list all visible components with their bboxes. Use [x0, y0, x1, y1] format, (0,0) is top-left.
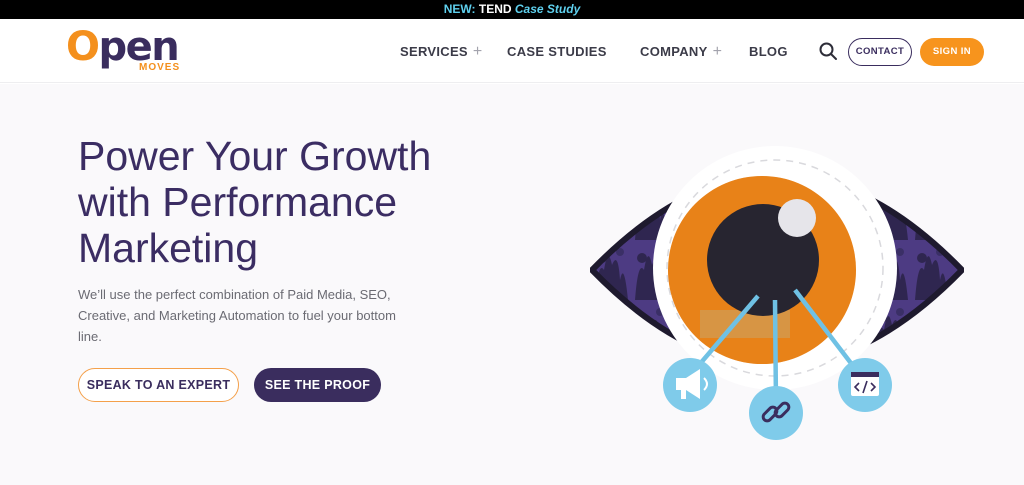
logo-wordmark: Open	[66, 24, 180, 70]
plus-icon: +	[472, 43, 483, 60]
announcement-bar[interactable]: NEW: TEND Case Study	[0, 0, 1024, 19]
announcement-brand: TEND	[478, 2, 512, 16]
announcement-prefix: NEW:	[443, 2, 476, 16]
speak-to-expert-button[interactable]: SPEAK TO AN EXPERT	[78, 368, 239, 402]
nav-services-label: SERVICES	[400, 44, 468, 59]
search-icon[interactable]	[818, 41, 838, 61]
code-window-icon	[838, 358, 892, 412]
link-icon	[749, 386, 803, 440]
announcement-link[interactable]: Case Study	[515, 2, 580, 16]
site-header: Open MOVES SERVICES + CASE STUDIES COMPA…	[0, 19, 1024, 83]
megaphone-icon	[663, 358, 717, 412]
hero-title: Power Your Growth with Performance Marke…	[78, 133, 432, 271]
nav-services[interactable]: SERVICES +	[400, 43, 483, 60]
nav-company-label: COMPANY	[640, 44, 708, 59]
see-the-proof-button[interactable]: SEE THE PROOF	[254, 368, 381, 402]
sign-in-button[interactable]: SIGN IN	[920, 38, 984, 66]
contact-button[interactable]: CONTACT	[848, 38, 912, 66]
nav-company[interactable]: COMPANY +	[640, 43, 723, 60]
eye-illustration	[590, 146, 964, 440]
hero-subtitle: We’ll use the perfect combination of Pai…	[78, 287, 396, 344]
logo[interactable]: Open MOVES	[66, 27, 196, 79]
logo-tagline: MOVES	[139, 62, 181, 73]
nav-blog[interactable]: BLOG	[749, 44, 788, 59]
nav-blog-label: BLOG	[749, 44, 788, 59]
plus-icon: +	[712, 43, 723, 60]
nav-case-studies-label: CASE STUDIES	[507, 44, 607, 59]
nav-case-studies[interactable]: CASE STUDIES	[507, 44, 607, 59]
eye-highlight	[778, 199, 816, 237]
